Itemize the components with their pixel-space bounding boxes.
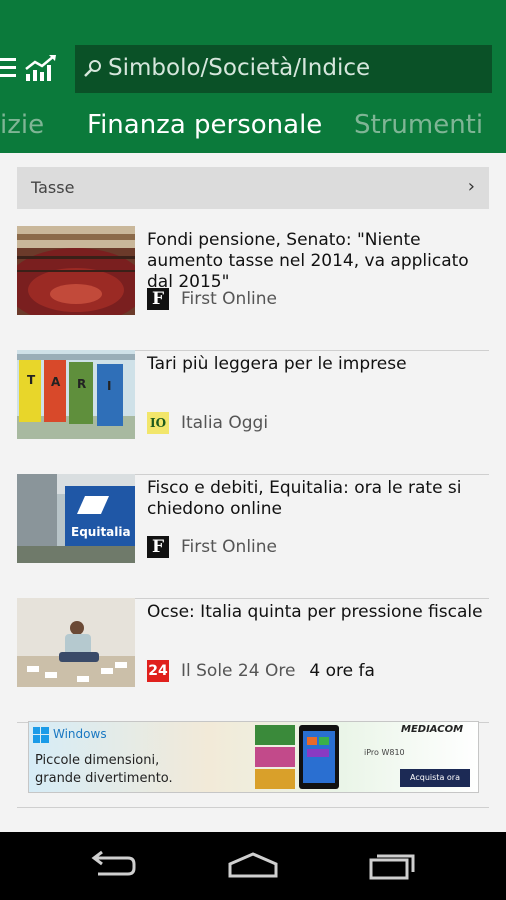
tab-notizie[interactable]: izie xyxy=(0,110,44,140)
recent-apps-icon[interactable] xyxy=(369,850,419,880)
tab-finanza-personale[interactable]: Finanza personale xyxy=(87,110,322,140)
article-timestamp: 4 ore fa xyxy=(309,661,375,681)
section-header-tasse[interactable]: Tasse › xyxy=(17,167,489,209)
game-tiles-image xyxy=(255,725,295,789)
windows-logo-icon xyxy=(33,727,49,743)
bin-letter: T xyxy=(27,373,36,387)
news-item[interactable]: Ocse: Italia quinta per pressione fiscal… xyxy=(17,598,489,723)
article-source: F First Online xyxy=(147,536,277,558)
article-thumbnail: Equitalia xyxy=(17,474,135,563)
equitalia-sign: Equitalia xyxy=(71,525,131,539)
il-sole-24-ore-logo: 24 xyxy=(147,660,169,682)
article-headline[interactable]: Tari più leggera per le imprese xyxy=(147,354,492,375)
article-source: F First Online xyxy=(147,288,277,310)
advertisement-banner[interactable]: Windows Piccole dimensioni, grande diver… xyxy=(28,721,479,793)
market-chart-icon[interactable] xyxy=(25,54,57,82)
article-headline[interactable]: Ocse: Italia quinta per pressione fiscal… xyxy=(147,602,492,623)
article-thumbnail xyxy=(17,598,135,687)
ad-cta-button[interactable]: Acquista ora xyxy=(400,769,470,787)
search-input[interactable]: Simbolo/Società/Indice xyxy=(75,45,492,93)
section-title: Tasse xyxy=(31,178,75,197)
article-source: IO Italia Oggi xyxy=(147,412,268,434)
bin-letter: I xyxy=(107,379,111,393)
first-online-logo: F xyxy=(147,536,169,558)
ad-tagline: Piccole dimensioni, xyxy=(35,753,160,768)
article-thumbnail xyxy=(17,226,135,315)
article-thumbnail: T A R I xyxy=(17,350,135,439)
news-item[interactable]: Fondi pensione, Senato: "Niente aumento … xyxy=(17,226,489,351)
home-icon[interactable] xyxy=(228,850,278,880)
ad-brand: Windows xyxy=(53,727,107,741)
first-online-logo: F xyxy=(147,288,169,310)
search-placeholder: Simbolo/Società/Indice xyxy=(108,55,371,81)
chevron-right-icon: › xyxy=(467,176,475,197)
article-source: 24 Il Sole 24 Ore 4 ore fa xyxy=(147,660,375,682)
source-name: Il Sole 24 Ore xyxy=(181,661,296,681)
bin-letter: A xyxy=(51,375,61,389)
source-name: First Online xyxy=(181,537,278,557)
system-navigation-bar xyxy=(0,832,506,900)
news-item[interactable]: T A R I Tari più leggera per le imprese … xyxy=(17,350,489,475)
source-name: Italia Oggi xyxy=(181,413,269,433)
tab-strumenti[interactable]: Strumenti xyxy=(354,110,483,140)
ad-advertiser: MEDIACOM xyxy=(401,724,464,735)
italia-oggi-logo: IO xyxy=(147,412,169,434)
article-headline[interactable]: Fisco e debiti, Equitalia: ora le rate s… xyxy=(147,478,492,520)
back-icon[interactable] xyxy=(88,850,138,880)
ad-product: iPro W810 xyxy=(364,748,405,757)
bin-letter: R xyxy=(77,377,86,391)
article-headline[interactable]: Fondi pensione, Senato: "Niente aumento … xyxy=(147,230,492,293)
news-item[interactable]: Equitalia Fisco e debiti, Equitalia: ora… xyxy=(17,474,489,599)
menu-icon[interactable] xyxy=(0,58,16,80)
search-icon xyxy=(84,60,101,77)
divider xyxy=(17,807,489,808)
ad-tagline: grande divertimento. xyxy=(35,771,173,786)
tablet-image xyxy=(299,725,339,789)
app-header: Simbolo/Società/Indice izie Finanza pers… xyxy=(0,0,506,153)
source-name: First Online xyxy=(181,289,278,309)
